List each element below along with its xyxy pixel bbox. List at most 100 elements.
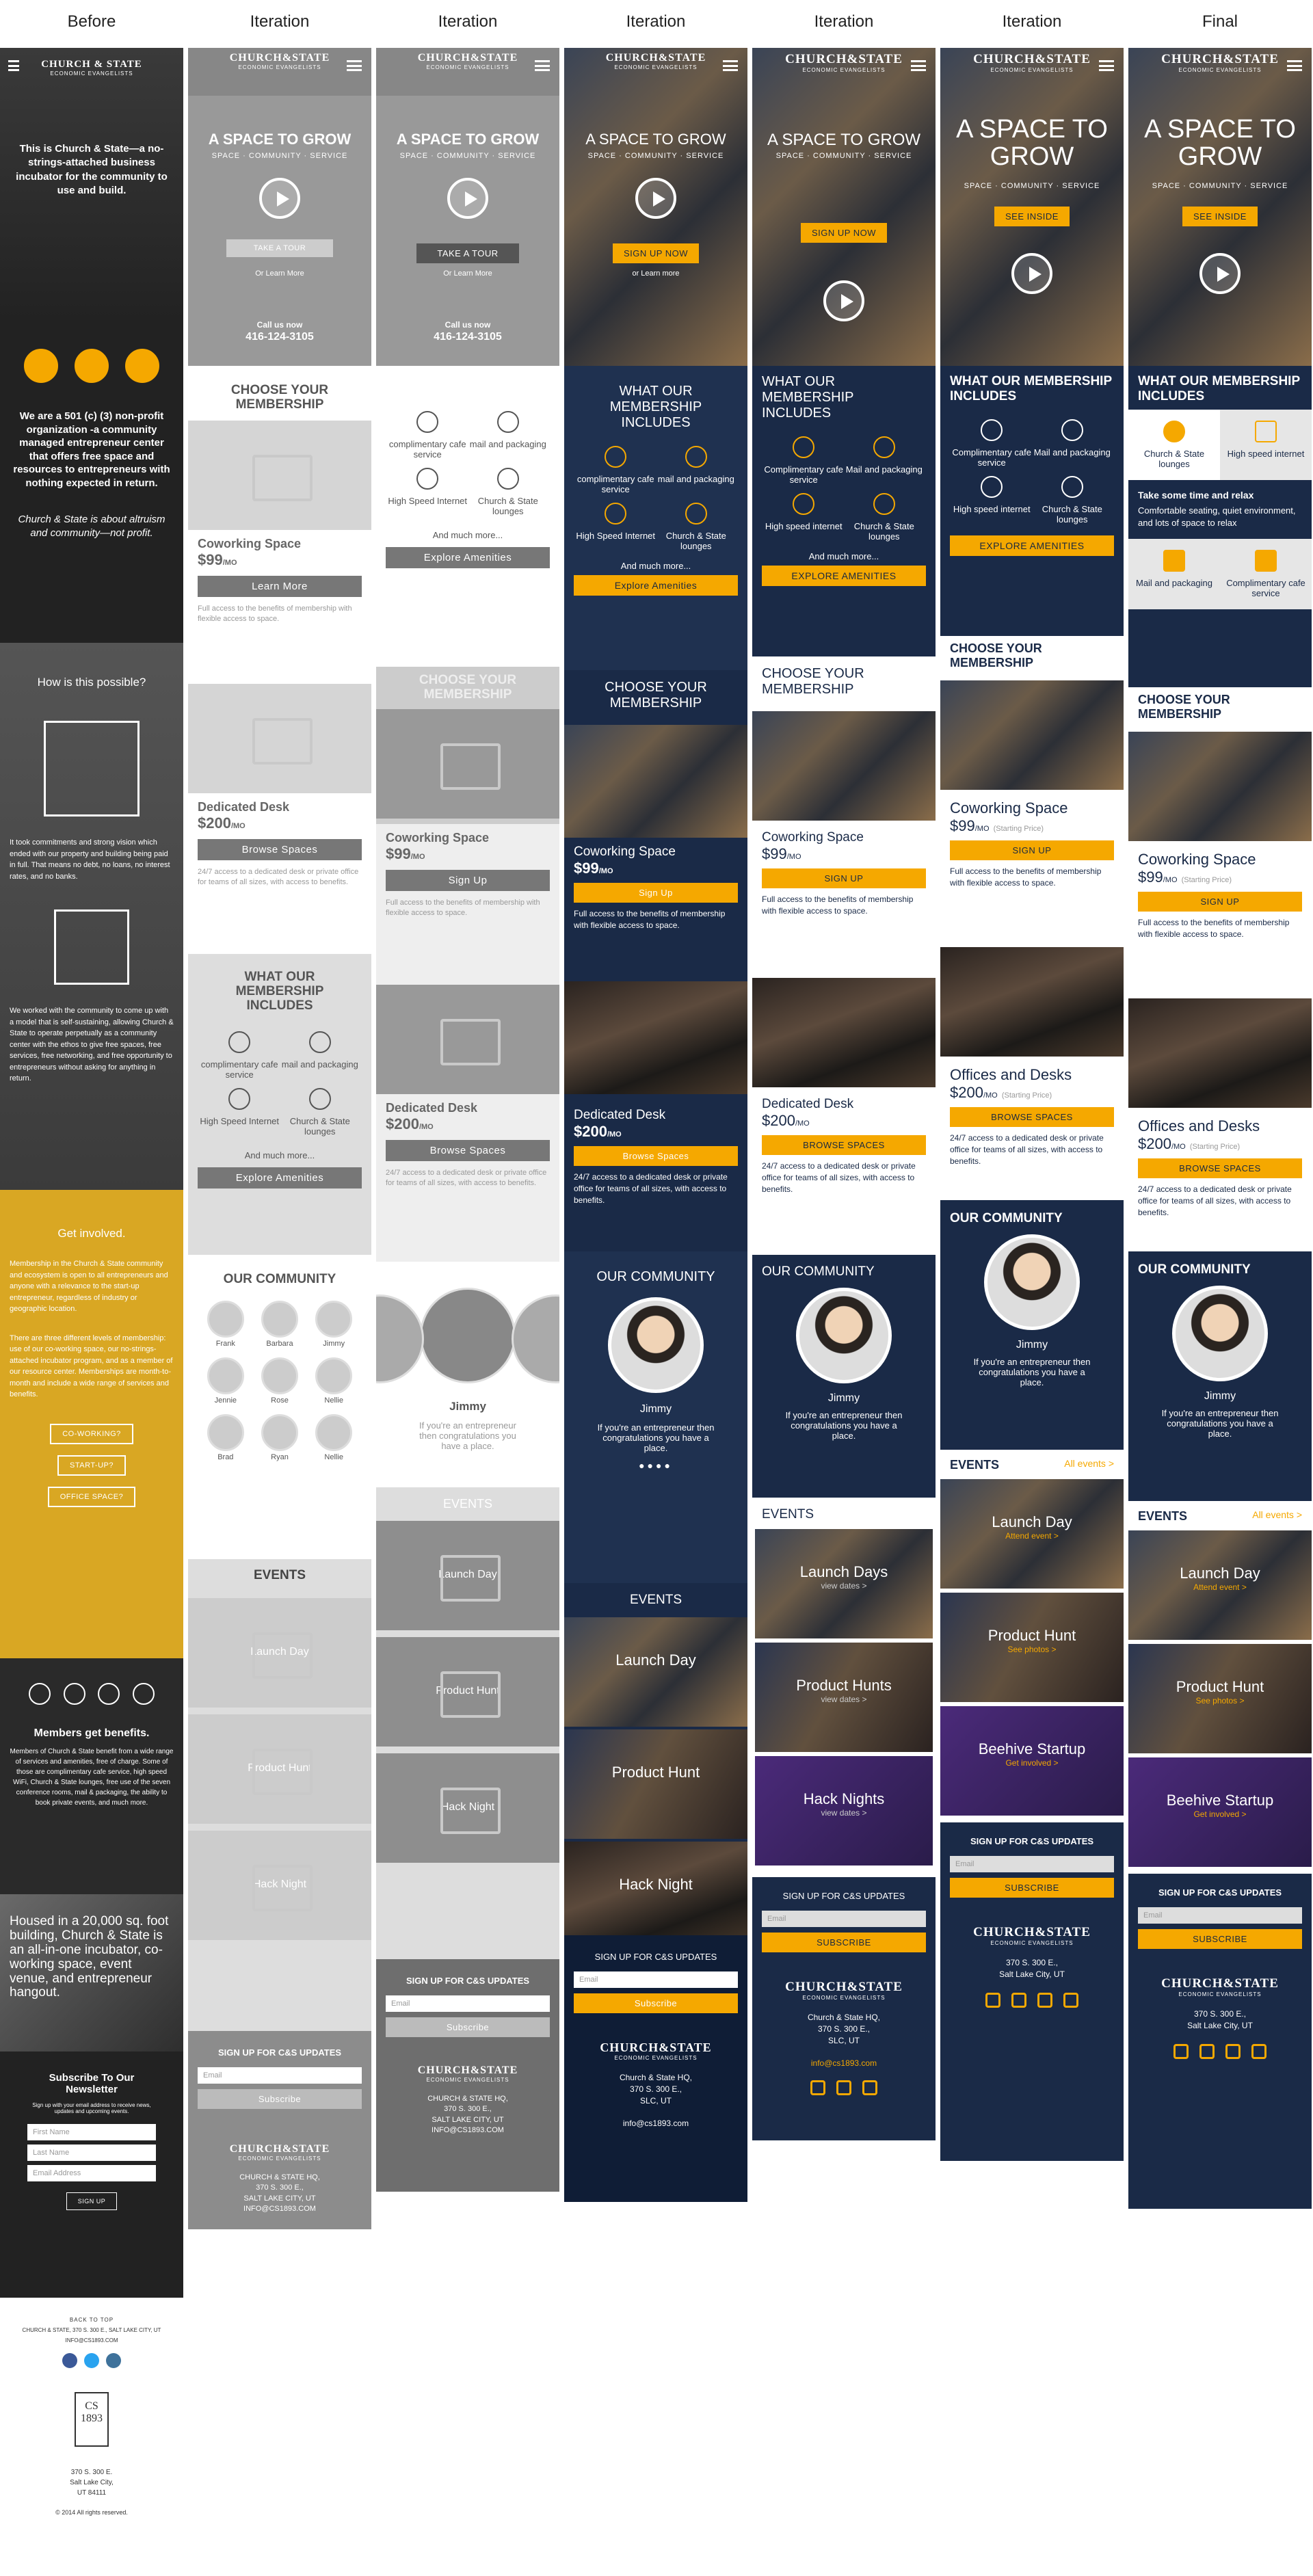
community-member[interactable]: Frank bbox=[198, 1300, 252, 1348]
facebook-icon[interactable] bbox=[1225, 2043, 1241, 2059]
twitter-icon[interactable] bbox=[836, 2080, 851, 2095]
logo[interactable]: CHURCH&STATE ECONOMIC EVANGELISTS bbox=[188, 52, 371, 70]
learn-more-button[interactable]: Learn More bbox=[198, 576, 362, 597]
community-member[interactable]: Brad bbox=[198, 1413, 252, 1461]
footer-email[interactable]: INFO@CS1893.COM bbox=[10, 2337, 174, 2343]
carousel-dots[interactable]: ●●●● bbox=[564, 1460, 747, 1471]
events-section: EVENTS Launch Day Product Hunt Hack Nigh… bbox=[376, 1487, 559, 1959]
subscribe-button[interactable]: Subscribe bbox=[574, 1993, 738, 2013]
browse-spaces-button[interactable]: BROWSE SPACES bbox=[1138, 1158, 1302, 1178]
explore-amenities-button[interactable]: EXPLORE AMENITIES bbox=[950, 535, 1114, 556]
explore-amenities-button[interactable]: EXPLORE AMENITIES bbox=[762, 566, 926, 586]
amenity-tile[interactable]: Mail and packaging bbox=[1128, 539, 1220, 610]
signup-button[interactable]: SIGN UP bbox=[950, 840, 1114, 860]
explore-amenities-button[interactable]: Explore Amenities bbox=[574, 575, 738, 596]
coworking-button[interactable]: CO-WORKING? bbox=[50, 1423, 133, 1444]
signup-now-button[interactable]: SIGN UP NOW bbox=[800, 223, 888, 243]
browse-spaces-button[interactable]: Browse Spaces bbox=[386, 1140, 550, 1161]
email-field[interactable]: Email Address bbox=[27, 2165, 156, 2181]
community-member[interactable]: Nellie bbox=[307, 1413, 361, 1461]
play-icon[interactable] bbox=[259, 178, 300, 219]
subscribe-button[interactable]: SUBSCRIBE bbox=[950, 1878, 1114, 1898]
back-to-top-link[interactable]: BACK TO TOP bbox=[10, 2317, 174, 2323]
logo[interactable]: CHURCH&STATE ECONOMIC EVANGELISTS bbox=[376, 52, 559, 70]
play-icon[interactable] bbox=[635, 178, 676, 219]
event-card[interactable]: Launch Day Attend event > bbox=[1128, 1530, 1312, 1640]
mail-icon[interactable] bbox=[1063, 1992, 1078, 2008]
play-icon[interactable] bbox=[1011, 253, 1052, 294]
community-member[interactable]: Rose bbox=[252, 1357, 306, 1405]
first-name-field[interactable]: First Name bbox=[27, 2124, 156, 2140]
last-name-field[interactable]: Last Name bbox=[27, 2145, 156, 2161]
community-member[interactable]: Jimmy bbox=[307, 1300, 361, 1348]
event-card[interactable]: Product Hunt See photos > bbox=[1128, 1644, 1312, 1753]
amenity-tile-active[interactable]: Church & State lounges bbox=[1128, 410, 1220, 480]
take-tour-button[interactable]: TAKE A TOUR bbox=[226, 239, 334, 257]
signup-now-button[interactable]: SIGN UP NOW bbox=[612, 243, 700, 263]
amenity-tile[interactable]: Complimentary cafe service bbox=[1220, 539, 1312, 610]
community-member[interactable]: Ryan bbox=[252, 1413, 306, 1461]
take-tour-button[interactable]: TAKE A TOUR bbox=[416, 243, 519, 263]
email-input[interactable]: Email bbox=[950, 1856, 1114, 1872]
office-space-button[interactable]: OFFICE SPACE? bbox=[47, 1486, 136, 1507]
twitter-icon[interactable] bbox=[1199, 2043, 1215, 2059]
subscribe-button[interactable]: SUBSCRIBE bbox=[1138, 1929, 1302, 1949]
play-icon[interactable] bbox=[823, 280, 864, 321]
signup-button[interactable]: SIGN UP bbox=[1138, 892, 1302, 912]
instagram-icon[interactable] bbox=[810, 2080, 825, 2095]
explore-amenities-button[interactable]: Explore Amenities bbox=[386, 547, 550, 568]
email-input[interactable]: Email bbox=[386, 1995, 550, 2012]
play-icon[interactable] bbox=[1199, 253, 1241, 294]
menu-icon[interactable] bbox=[1287, 60, 1302, 71]
see-inside-button[interactable]: SEE INSIDE bbox=[994, 207, 1070, 226]
amenity-tile[interactable]: High speed internet bbox=[1220, 410, 1312, 480]
email-input[interactable]: Email bbox=[198, 2067, 362, 2084]
see-inside-button[interactable]: SEE INSIDE bbox=[1182, 207, 1258, 226]
learn-more-link[interactable]: Or Learn More bbox=[188, 269, 371, 278]
event-card[interactable]: Beehive Startup Get involved > bbox=[1128, 1757, 1312, 1867]
email-input[interactable]: Email bbox=[1138, 1907, 1302, 1924]
browse-spaces-button[interactable]: BROWSE SPACES bbox=[762, 1135, 926, 1155]
facebook-icon[interactable] bbox=[862, 2080, 877, 2095]
signup-button[interactable]: Sign Up bbox=[386, 870, 550, 891]
subscribe-button[interactable]: Subscribe bbox=[386, 2017, 550, 2037]
startup-button[interactable]: START-UP? bbox=[57, 1455, 126, 1476]
phone-number[interactable]: 416-124-3105 bbox=[188, 331, 371, 343]
menu-icon[interactable] bbox=[535, 60, 550, 71]
phone-number[interactable]: 416-124-3105 bbox=[376, 331, 559, 343]
email-input[interactable]: Email bbox=[762, 1911, 926, 1927]
event-card: Product Hunts view dates > bbox=[755, 1643, 933, 1752]
all-events-link[interactable]: All events > bbox=[1064, 1458, 1114, 1469]
menu-icon[interactable] bbox=[347, 60, 362, 71]
browse-spaces-button[interactable]: Browse Spaces bbox=[574, 1146, 738, 1166]
explore-amenities-button[interactable]: Explore Amenities bbox=[198, 1167, 362, 1189]
twitter-icon[interactable] bbox=[84, 2353, 99, 2368]
twitter-icon[interactable] bbox=[1011, 1992, 1026, 2008]
browse-spaces-button[interactable]: BROWSE SPACES bbox=[950, 1107, 1114, 1127]
facebook-icon[interactable] bbox=[62, 2353, 77, 2368]
facebook-icon[interactable] bbox=[1037, 1992, 1052, 2008]
instagram-icon[interactable] bbox=[1173, 2043, 1189, 2059]
subscribe-button[interactable]: Subscribe bbox=[198, 2089, 362, 2109]
signup-button[interactable]: SIGN UP bbox=[66, 2192, 118, 2210]
logo[interactable]: CHURCH & STATE ECONOMIC EVANGELISTS bbox=[0, 59, 183, 77]
amenity-label: mail and packaging bbox=[281, 1059, 358, 1070]
signup-button[interactable]: Sign Up bbox=[574, 883, 738, 903]
learn-more-link[interactable]: or Learn more bbox=[564, 269, 747, 278]
instagram-icon[interactable] bbox=[106, 2353, 122, 2368]
play-icon[interactable] bbox=[447, 178, 488, 219]
menu-icon[interactable] bbox=[1099, 60, 1114, 71]
instagram-icon[interactable] bbox=[985, 1992, 1000, 2008]
subscribe-button[interactable]: SUBSCRIBE bbox=[762, 1933, 926, 1952]
menu-icon[interactable] bbox=[723, 60, 738, 71]
signup-button[interactable]: SIGN UP bbox=[762, 868, 926, 888]
learn-more-link[interactable]: Or Learn More bbox=[376, 269, 559, 278]
community-member[interactable]: Nellie bbox=[307, 1357, 361, 1405]
all-events-link[interactable]: All events > bbox=[1252, 1509, 1302, 1520]
email-input[interactable]: Email bbox=[574, 1971, 738, 1988]
mail-icon[interactable] bbox=[1251, 2043, 1266, 2059]
community-member[interactable]: Barbara bbox=[252, 1300, 306, 1348]
community-member[interactable]: Jennie bbox=[198, 1357, 252, 1405]
browse-spaces-button[interactable]: Browse Spaces bbox=[198, 839, 362, 860]
menu-icon[interactable] bbox=[911, 60, 926, 71]
